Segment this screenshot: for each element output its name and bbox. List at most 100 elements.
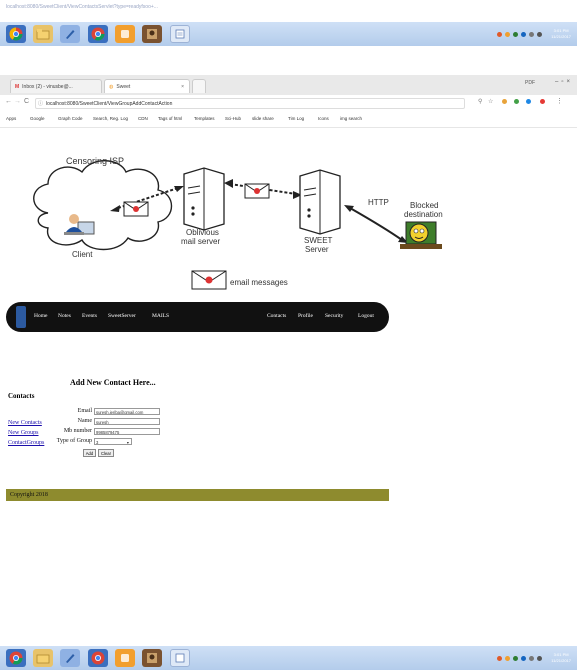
chrome-icon-2[interactable] [88, 649, 108, 667]
nav-sweetserver[interactable]: SweetServer [108, 313, 136, 319]
bookmark-item[interactable]: slide share [252, 116, 274, 121]
sidebar-link-contact-groups[interactable]: ContactGroups [8, 440, 44, 446]
tab-sweet[interactable]: ◍ Sweet × [104, 79, 190, 93]
clear-button[interactable]: Clear [98, 449, 114, 457]
info-icon: ⓘ [38, 101, 44, 107]
chrome-icon[interactable] [6, 25, 26, 43]
reload-icon[interactable]: C [24, 98, 29, 105]
bookmark-item[interactable]: CDN [138, 116, 148, 121]
nav-logout[interactable]: Logout [358, 313, 374, 319]
browser-tab-bar: M Inbox (2) - vinusbe@... ◍ Sweet × PDF … [0, 75, 577, 95]
clock[interactable]: 3:01 PM 11/21/2017 [551, 652, 571, 664]
copyright-text: Copyright 2018 [10, 492, 48, 498]
chrome-icon-2[interactable] [88, 25, 108, 43]
server-label: Server [305, 245, 329, 254]
app-icon[interactable] [115, 25, 135, 43]
censoring-isp-label: Censoring ISP [66, 156, 125, 166]
new-tab-button[interactable] [192, 79, 206, 93]
sidebar-link-new-groups[interactable]: New Groups [8, 430, 39, 436]
bookmark-item[interactable]: Tim Log [288, 116, 304, 121]
volume-icon[interactable] [537, 31, 543, 37]
network-icon[interactable] [529, 31, 535, 37]
add-button[interactable]: Add [83, 449, 96, 457]
bookmark-item[interactable]: img search [340, 116, 362, 121]
star-icon[interactable]: ☆ [488, 98, 493, 105]
tray-icon[interactable] [505, 655, 511, 661]
tab-label: Inbox (2) - vinusbe@... [22, 83, 73, 90]
client-label: Client [72, 250, 93, 259]
name-field[interactable]: suresh [94, 418, 160, 425]
extension-icon[interactable] [502, 99, 507, 104]
bookmark-item[interactable]: Search, Reg. Log [93, 116, 128, 121]
window-user-label[interactable]: PDF [525, 80, 535, 86]
envelope-icon [244, 183, 270, 199]
nav-home[interactable]: Home [34, 313, 47, 319]
chrome-icon[interactable] [6, 649, 26, 667]
extension-icon[interactable] [514, 99, 519, 104]
http-label: HTTP [368, 198, 389, 207]
extension-icon[interactable] [540, 99, 545, 104]
tray-icon[interactable] [497, 655, 503, 661]
pen-icon[interactable] [60, 649, 80, 667]
sidebar-link-new-contacts[interactable]: New Contacts [8, 420, 42, 426]
bookmark-item[interactable]: Templates [194, 116, 215, 121]
chevron-down-icon: ▾ [126, 440, 129, 445]
nav-notes[interactable]: Notes [58, 313, 71, 319]
destination-label: destination [404, 210, 443, 219]
architecture-diagram: Censoring ISP Client Oblivious mail serv… [0, 128, 470, 300]
network-icon[interactable] [529, 655, 535, 661]
extension-icon[interactable] [526, 99, 531, 104]
taskbar-bottom: 3:01 PM 11/21/2017 [0, 646, 577, 670]
bookmark-item[interactable]: Google [30, 116, 45, 121]
tray-icon[interactable] [521, 655, 527, 661]
app-icon[interactable] [115, 649, 135, 667]
email-field[interactable]: suresh.jeriba@gmail.com [94, 408, 160, 415]
photo-icon[interactable] [142, 649, 162, 667]
mobile-field[interactable]: 9985879475 [94, 428, 160, 435]
file-explorer-icon[interactable] [33, 649, 53, 667]
diagram-graphics [33, 160, 442, 290]
bookmark-item[interactable]: Sci-Hub [225, 116, 241, 121]
tray-icon[interactable] [521, 31, 527, 37]
close-tab-icon[interactable]: × [181, 84, 184, 90]
tab-inbox[interactable]: M Inbox (2) - vinusbe@... [10, 79, 102, 93]
notes-icon[interactable] [170, 25, 190, 43]
menu-icon[interactable]: ⋮ [556, 97, 563, 105]
bookmark-item[interactable]: Apps [6, 116, 16, 121]
bookmark-item[interactable]: Graph Code [58, 116, 83, 121]
tray-icon[interactable] [505, 31, 511, 37]
photo-icon[interactable] [142, 25, 162, 43]
taskbar-top: 3:01 PM 11/21/2017 [0, 22, 577, 46]
envelope-icon [191, 270, 227, 290]
forward-icon[interactable]: → [14, 98, 21, 105]
back-icon[interactable]: ← [5, 98, 12, 105]
pen-icon[interactable] [60, 25, 80, 43]
zoom-icon[interactable]: ⚲ [478, 98, 482, 105]
nav-events[interactable]: Events [82, 313, 97, 319]
window-controls[interactable]: –▫× [555, 79, 573, 85]
tray-icon[interactable] [497, 31, 503, 37]
tray-icon[interactable] [513, 31, 519, 37]
url-text: localhost:8080/SweetClient/ViewGroupAddC… [46, 101, 173, 107]
clock[interactable]: 3:01 PM 11/21/2017 [551, 28, 571, 40]
status-url-strip: localhost:8080/SweetClient/ViewContactsS… [0, 0, 577, 22]
bookmark-item[interactable]: Tags of html [158, 116, 182, 121]
address-input[interactable]: ⓘ localhost:8080/SweetClient/ViewGroupAd… [35, 98, 465, 109]
system-tray: 3:01 PM 11/21/2017 [497, 26, 571, 42]
file-explorer-icon[interactable] [33, 25, 53, 43]
nav-profile[interactable]: Profile [298, 313, 313, 319]
notes-icon[interactable] [170, 649, 190, 667]
mobile-label: Mb number [63, 428, 92, 434]
nav-security[interactable]: Security [325, 313, 343, 319]
nav-contacts[interactable]: Contacts [267, 313, 286, 319]
volume-icon[interactable] [537, 655, 543, 661]
group-type-select[interactable]: 3 ▾ [94, 438, 132, 445]
mail-server-label: mail server [181, 237, 221, 246]
nav-mails[interactable]: MAILS [152, 313, 169, 319]
email-messages-label: email messages [230, 278, 288, 287]
globe-icon: ◍ [109, 83, 114, 90]
tray-icon[interactable] [513, 655, 519, 661]
tab-label: Sweet [116, 83, 131, 90]
clock-date: 11/21/2017 [551, 34, 571, 39]
bookmark-item[interactable]: Icons [318, 116, 329, 121]
